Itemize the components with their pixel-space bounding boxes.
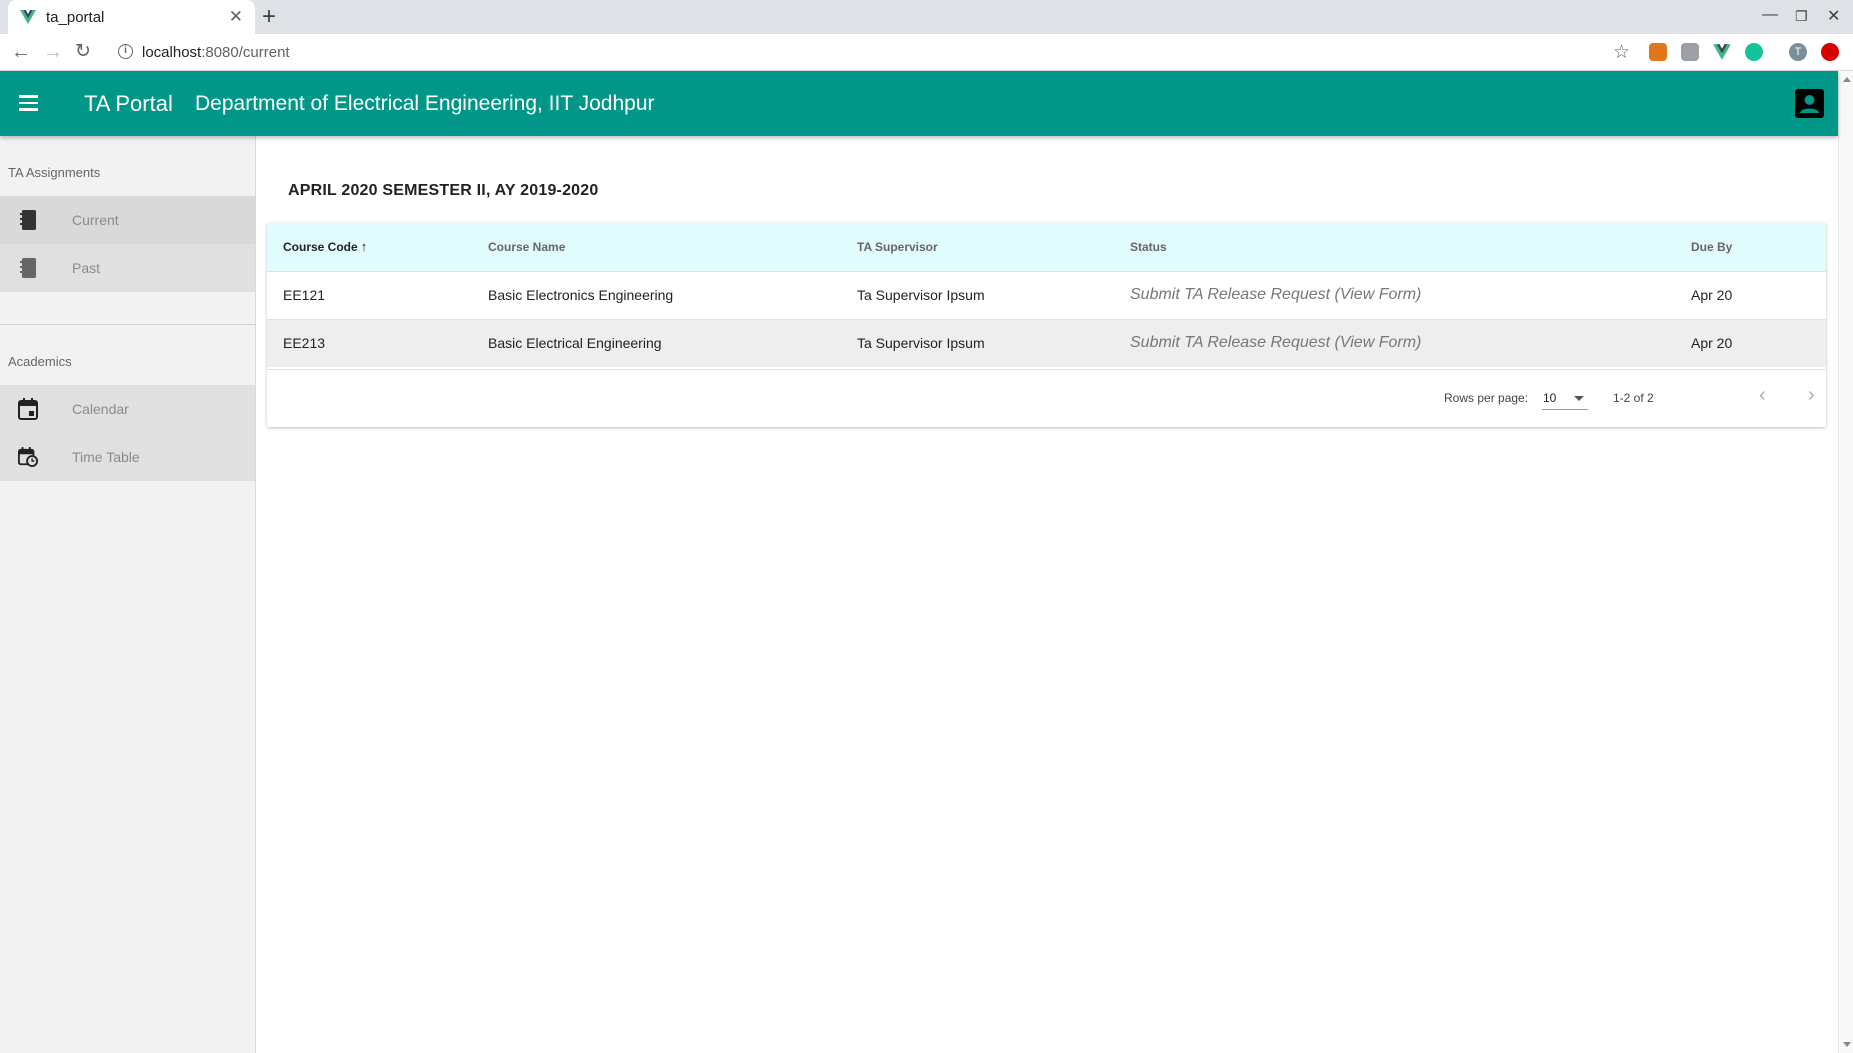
metamask-extension-icon[interactable] [1649, 43, 1667, 61]
app-subtitle: Department of Electrical Engineering, II… [195, 92, 655, 115]
sidebar-item-label: Time Table [72, 449, 140, 465]
url-text: localhost:8080/current [142, 44, 290, 61]
minimize-icon[interactable]: — [1762, 6, 1778, 24]
reload-icon[interactable]: ↻ [75, 40, 91, 64]
grammarly-extension-icon[interactable] [1745, 43, 1763, 61]
cell-due-by: Apr 20 [1691, 335, 1733, 352]
rows-per-page-select[interactable]: 10 [1542, 382, 1588, 410]
back-icon[interactable]: ← [11, 40, 31, 64]
column-header-course-code[interactable]: Course Code ↑ [267, 223, 472, 271]
chevron-down-icon [1574, 396, 1584, 401]
cell-course-name: Basic Electronics Engineering [488, 287, 674, 303]
prev-page-icon[interactable]: ‹ [1759, 384, 1766, 406]
sidebar-item-label: Past [72, 260, 101, 276]
extension-icon[interactable] [1681, 43, 1699, 61]
calendar-icon [18, 398, 38, 420]
sidebar-item-label: Current [72, 212, 119, 228]
browser-tab[interactable]: ta_portal ✕ [8, 0, 255, 34]
sidebar-section-header: TA Assignments [8, 164, 101, 180]
cell-due-by: Apr 20 [1691, 287, 1733, 303]
restore-icon[interactable]: ❐ [1795, 8, 1808, 25]
vue-devtools-extension-icon[interactable] [1713, 43, 1731, 61]
cell-status-link[interactable]: Submit TA Release Request (View Form) [1114, 319, 1675, 367]
notebook-icon [18, 209, 38, 231]
cell-course-code: EE213 [283, 335, 326, 352]
extension-red-icon[interactable] [1821, 43, 1839, 61]
window-close-icon[interactable]: ✕ [1827, 6, 1840, 26]
sidebar-item-past[interactable]: Past [0, 244, 255, 292]
vue-logo-icon [20, 10, 36, 24]
sidebar-section-header: Academics [8, 353, 72, 369]
sidebar: TA Assignments Current Past Academics Ca… [0, 136, 256, 1053]
sidebar-item-current[interactable]: Current [0, 196, 255, 244]
next-page-icon[interactable]: › [1808, 384, 1815, 406]
notebook-icon [18, 257, 38, 279]
cell-status-link[interactable]: Submit TA Release Request (View Form) [1114, 271, 1675, 319]
column-header-ta-supervisor[interactable]: TA Supervisor [841, 223, 1114, 271]
browser-toolbar: ← → ↻ i localhost:8080/current ☆ [0, 34, 1853, 71]
tab-close-icon[interactable]: ✕ [229, 7, 243, 27]
new-tab-icon[interactable]: + [262, 4, 276, 30]
profile-avatar[interactable]: T [1789, 43, 1807, 61]
pagination-range: 1-2 of 2 [1613, 391, 1654, 405]
ta-assignments-table: Course Code ↑ Course Name TA Supervisor S… [267, 223, 1826, 427]
cell-course-code: EE121 [283, 287, 326, 303]
cell-ta-supervisor: Ta Supervisor Ipsum [857, 287, 985, 303]
app-bar: TA Portal Department of Electrical Engin… [0, 71, 1838, 136]
scroll-up-icon[interactable] [1843, 77, 1851, 82]
sidebar-item-time-table[interactable]: Time Table [0, 433, 255, 481]
sort-arrow-up-icon[interactable]: ↑ [361, 239, 368, 254]
sidebar-item-label: Calendar [72, 401, 129, 417]
bookmark-star-icon[interactable]: ☆ [1613, 41, 1630, 64]
column-header-status[interactable]: Status [1114, 223, 1675, 271]
scroll-down-icon[interactable] [1843, 1042, 1851, 1047]
calendar-clock-icon [18, 446, 38, 468]
sidebar-divider [0, 324, 255, 325]
forward-icon[interactable]: → [43, 40, 63, 64]
menu-icon[interactable] [19, 95, 38, 111]
site-info-icon[interactable]: i [118, 44, 133, 59]
table-header-row: Course Code ↑ Course Name TA Supervisor S… [267, 223, 1826, 271]
table-footer: Rows per page: 10 1-2 of 2 ‹ › [267, 369, 1826, 427]
rows-per-page-value: 10 [1543, 391, 1557, 405]
column-header-due-by[interactable]: Due By [1675, 223, 1826, 271]
cell-course-name: Basic Electrical Engineering [488, 335, 662, 352]
main-content: APRIL 2020 SEMESTER II, AY 2019-2020 Cou… [257, 136, 1838, 1053]
page-scrollbar[interactable] [1838, 71, 1853, 1053]
rows-per-page-label: Rows per page: [1444, 391, 1529, 405]
sidebar-item-calendar[interactable]: Calendar [0, 385, 255, 433]
semester-title: APRIL 2020 SEMESTER II, AY 2019-2020 [288, 182, 599, 199]
address-bar[interactable]: i localhost:8080/current ☆ [108, 39, 1638, 66]
app-title: TA Portal [84, 91, 173, 116]
table-row: EE121 Basic Electronics Engineering Ta S… [267, 271, 1826, 319]
account-icon[interactable] [1795, 89, 1824, 118]
tab-title: ta_portal [46, 8, 105, 26]
table-row: EE213 Basic Electrical Engineering Ta Su… [267, 319, 1826, 367]
cell-ta-supervisor: Ta Supervisor Ipsum [857, 335, 985, 352]
column-header-course-name[interactable]: Course Name [472, 223, 841, 271]
browser-tabstrip: ta_portal ✕ + — ❐ ✕ [0, 0, 1853, 34]
